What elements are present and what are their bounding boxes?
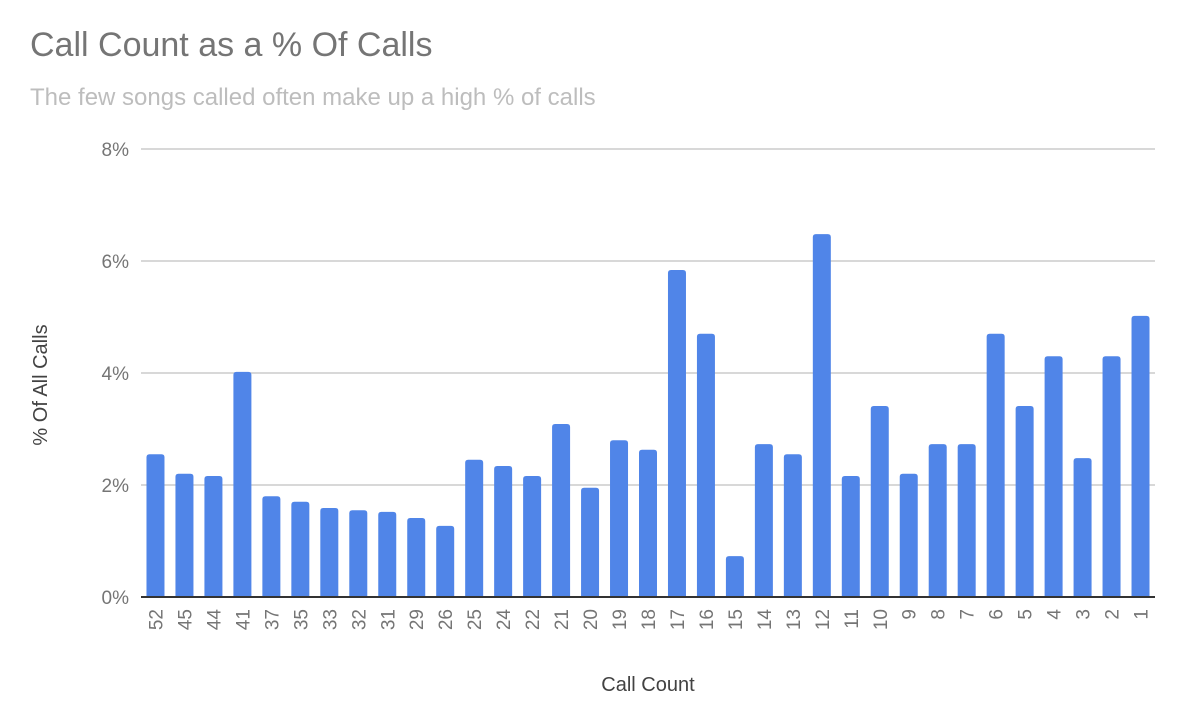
bar-17[interactable] [667, 269, 686, 597]
x-tick-label: 37 [262, 609, 283, 630]
x-tick-label: 17 [668, 609, 689, 630]
bar-10[interactable] [870, 406, 889, 597]
bar-5[interactable] [1015, 406, 1034, 597]
bar-25[interactable] [465, 459, 484, 597]
bar-24[interactable] [494, 465, 513, 597]
bar-15[interactable] [725, 556, 744, 597]
bar-2[interactable] [1102, 356, 1121, 597]
x-tick-label: 4 [1045, 609, 1066, 620]
x-axis-title: Call Count [601, 674, 695, 696]
x-tick-label: 15 [726, 609, 747, 630]
bar-11[interactable] [841, 476, 860, 597]
bar-1[interactable] [1131, 315, 1150, 597]
bar-8[interactable] [928, 444, 947, 597]
x-tick-label: 24 [494, 609, 515, 631]
bar-3[interactable] [1073, 458, 1092, 597]
x-tick-label: 20 [581, 609, 602, 630]
x-tick-label: 41 [233, 609, 254, 630]
x-tick-label: 44 [204, 609, 225, 631]
y-tick-label: 6% [102, 252, 130, 273]
bar-chart: 0%2%4%6%8% 52 45 44 41 37 35 33 32 31 29 26 25 24 22 2… [30, 140, 1155, 696]
x-tick-label: 18 [639, 609, 660, 630]
bar-13[interactable] [783, 454, 802, 597]
bar-35[interactable] [291, 501, 310, 597]
x-tick-label: 21 [552, 609, 573, 630]
x-tick-label: 6 [987, 609, 1008, 620]
bar-29[interactable] [407, 518, 426, 597]
bar-18[interactable] [639, 449, 657, 597]
bar-14[interactable] [754, 444, 773, 597]
x-tick-label: 33 [320, 609, 341, 630]
y-tick-label: 4% [102, 364, 130, 385]
x-tick-label: 29 [407, 609, 428, 630]
x-tick-label: 16 [697, 609, 718, 630]
bar-9[interactable] [899, 473, 918, 597]
bar-4[interactable] [1044, 356, 1063, 597]
x-tick-label: 45 [175, 609, 196, 630]
x-tick-label: 9 [900, 609, 921, 620]
bar-26[interactable] [436, 525, 455, 597]
bar-33[interactable] [320, 507, 339, 597]
bar-19[interactable] [610, 440, 629, 597]
x-tick-label: 2 [1103, 609, 1124, 620]
x-tick-label: 7 [958, 609, 979, 620]
bar-37[interactable] [262, 496, 281, 597]
x-tick-label: 5 [1016, 609, 1037, 620]
bar-6[interactable] [986, 333, 1005, 597]
bar-22[interactable] [523, 476, 542, 597]
bar-52[interactable] [146, 454, 165, 597]
bar-32[interactable] [349, 510, 368, 597]
bars [146, 234, 1150, 597]
x-tick-label: 13 [784, 609, 805, 630]
x-tick-label: 25 [465, 609, 486, 630]
bar-7[interactable] [957, 444, 976, 597]
bar-12[interactable] [812, 234, 831, 597]
y-axis-ticks: 0% 2% 4% 6% 8% [102, 140, 130, 609]
x-tick-label: 31 [378, 609, 399, 630]
x-axis-ticks: 52 45 44 41 37 35 33 32 31 29 26 25 24 22 21 20 19 18 17 16… [146, 609, 1152, 631]
x-tick-label: 26 [436, 609, 457, 630]
x-tick-label: 14 [755, 609, 776, 631]
bar-41[interactable] [233, 371, 252, 597]
y-tick-label: 8% [102, 140, 130, 161]
y-tick-label: 2% [102, 476, 130, 497]
bar-45[interactable] [175, 473, 194, 597]
x-tick-label: 3 [1074, 609, 1095, 620]
x-tick-label: 35 [291, 609, 312, 630]
x-tick-label: 12 [813, 609, 834, 630]
x-tick-label: 52 [146, 609, 167, 630]
x-tick-label: 32 [349, 609, 370, 630]
bar-44[interactable] [204, 476, 223, 597]
x-tick-label: 22 [523, 609, 544, 630]
y-tick-label: 0% [102, 588, 130, 609]
x-tick-label: 1 [1132, 609, 1153, 620]
x-tick-label: 11 [842, 609, 863, 629]
bar-20[interactable] [581, 487, 600, 597]
bar-31[interactable] [378, 511, 397, 597]
bar-16[interactable] [696, 333, 715, 597]
x-tick-label: 8 [929, 609, 950, 620]
x-tick-label: 10 [871, 609, 892, 630]
y-axis-title: % Of All Calls [30, 324, 52, 445]
x-tick-label: 19 [610, 609, 631, 630]
bar-21[interactable] [552, 423, 571, 597]
